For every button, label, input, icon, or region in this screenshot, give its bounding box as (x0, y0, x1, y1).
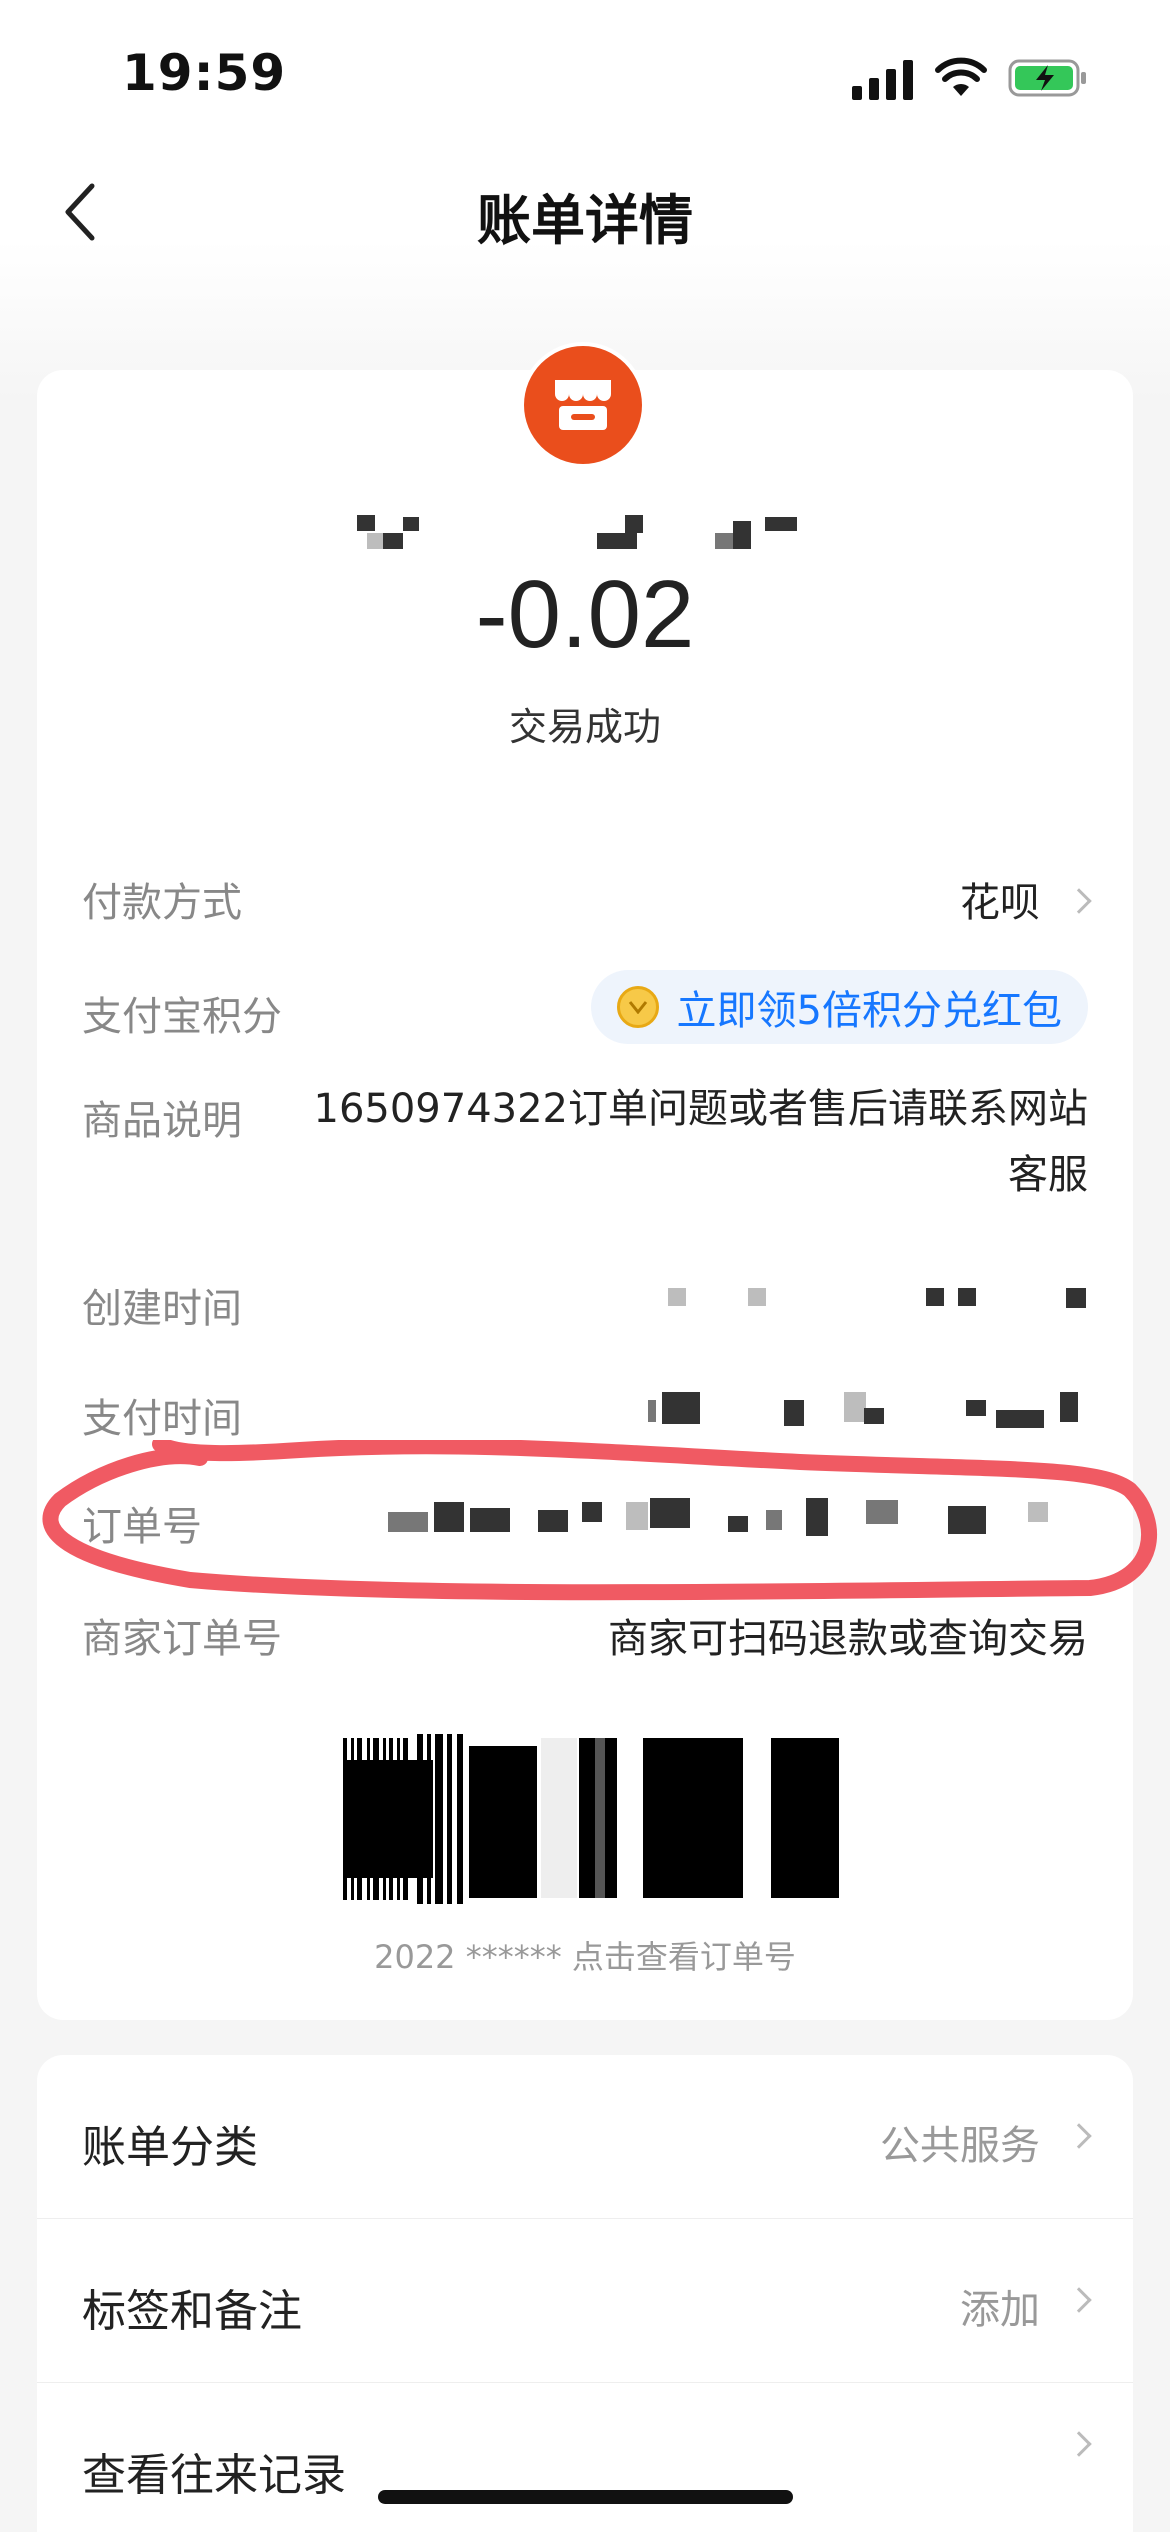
page-title: 账单详情 (477, 189, 693, 252)
paid-time-redacted (648, 1386, 1088, 1436)
wifi-icon (935, 57, 987, 96)
created-time-label: 创建时间 (82, 1286, 242, 1332)
payment-method-value: 花呗 (960, 880, 1040, 926)
transaction-amount: -0.02 (475, 561, 695, 668)
created-time-row: 创建时间 (82, 1276, 1088, 1336)
paid-time-row: 支付时间 (82, 1386, 1088, 1446)
order-number-label: 订单号 (82, 1504, 202, 1550)
barcode-caption[interactable]: 2022 ****** 点击查看订单号 (37, 1932, 1133, 1978)
category-value: 公共服务 (880, 2123, 1040, 2169)
list-row-tags[interactable]: 标签和备注 添加 (37, 2219, 1133, 2383)
status-bar: 19:59 (0, 0, 1170, 150)
chevron-right-icon (1066, 888, 1092, 914)
product-desc-row: 商品说明 1650974322订单问题或者售后请联系网站客服 (82, 1086, 1088, 1228)
home-indicator[interactable] (378, 2490, 793, 2504)
transaction-status: 交易成功 (508, 705, 661, 749)
payment-method-label: 付款方式 (82, 880, 242, 926)
shop-icon (555, 380, 611, 430)
tags-value: 添加 (960, 2287, 1040, 2333)
signal-icon (852, 60, 913, 100)
order-number-redacted (388, 1494, 1088, 1544)
list-row-history[interactable]: 查看往来记录 (37, 2383, 1133, 2532)
merchant-order-row: 商家订单号 商家可扫码退款或查询交易 (82, 1606, 1088, 1666)
merchant-barcode[interactable] (343, 1734, 839, 1904)
points-label: 支付宝积分 (82, 994, 282, 1040)
product-desc-label: 商品说明 (82, 1098, 242, 1144)
merchant-order-value: 商家可扫码退款或查询交易 (608, 1616, 1088, 1662)
payment-method-row[interactable]: 付款方式 花呗 (82, 870, 1092, 930)
chevron-right-icon (1066, 2287, 1092, 2313)
status-time: 19:59 (122, 44, 287, 102)
coin-icon (616, 986, 659, 1028)
tags-label: 标签和备注 (82, 2286, 302, 2337)
history-label: 查看往来记录 (82, 2450, 346, 2501)
category-label: 账单分类 (82, 2122, 258, 2173)
merchant-name-redacted (357, 515, 817, 563)
product-desc-value: 1650974322订单问题或者售后请联系网站客服 (313, 1086, 1089, 1198)
chevron-right-icon (1066, 2123, 1092, 2149)
chevron-right-icon (1066, 2431, 1092, 2457)
merchant-order-label: 商家订单号 (82, 1616, 282, 1662)
battery-icon (1008, 59, 1086, 97)
nav-bar: 账单详情 (0, 150, 1170, 270)
paid-time-label: 支付时间 (82, 1396, 242, 1442)
points-promo-text: 立即领5倍积分兑红包 (676, 988, 1062, 1034)
points-row: 支付宝积分 立即领5倍积分兑红包 (82, 970, 1088, 1044)
created-time-redacted (668, 1276, 1088, 1326)
order-number-row: 订单号 (82, 1494, 1088, 1554)
points-promo-button[interactable]: 立即领5倍积分兑红包 (590, 970, 1088, 1044)
list-row-category[interactable]: 账单分类 公共服务 (37, 2055, 1133, 2219)
bill-options-card: 账单分类 公共服务 标签和备注 添加 查看往来记录 (37, 2055, 1133, 2532)
bill-detail-page: 19:59 账单详情 -0.02 交易成功 付款方式 花呗 支付宝积分 立即领5… (0, 0, 1170, 2532)
transaction-card: -0.02 交易成功 付款方式 花呗 支付宝积分 立即领5倍积分兑红包 商品说明… (37, 342, 1133, 2020)
merchant-avatar (520, 342, 646, 468)
